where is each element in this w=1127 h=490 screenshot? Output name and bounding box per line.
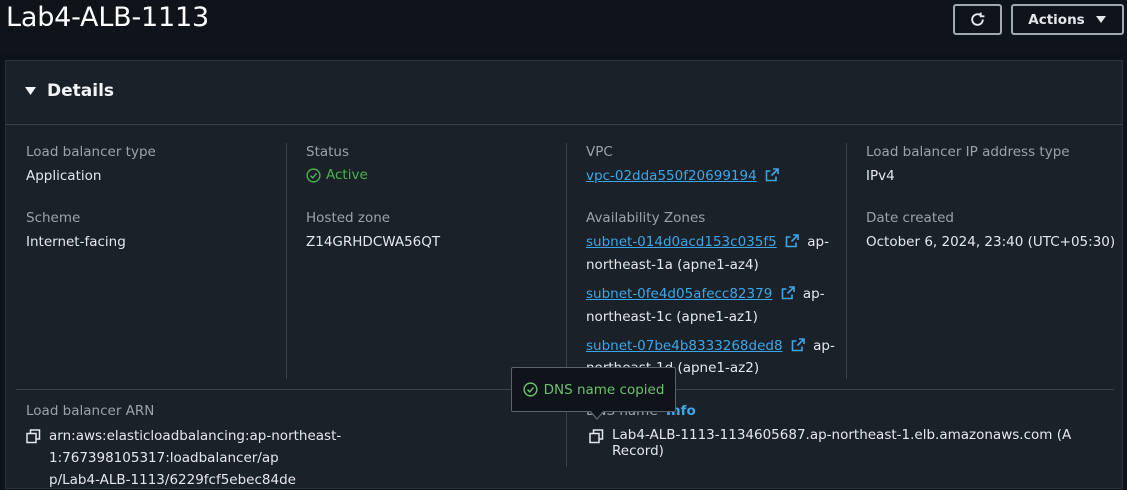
page-title: Lab4-ALB-1113 bbox=[6, 2, 209, 33]
actions-label: Actions bbox=[1028, 11, 1085, 28]
ip-type-value: IPv4 bbox=[866, 168, 895, 184]
column-divider bbox=[566, 143, 567, 379]
subnet-item: subnet-0fe4d05afecc82379 ap- bbox=[586, 286, 825, 302]
copy-icon[interactable] bbox=[589, 429, 604, 444]
vpc-value: vpc-02dda550f20699194 bbox=[586, 168, 779, 184]
dns-row: Lab4-ALB-1113-1134605687.ap-northeast-1.… bbox=[589, 427, 1122, 459]
subnet-item: subnet-014d0acd153c035f5 ap- bbox=[586, 234, 829, 250]
external-link-icon[interactable] bbox=[785, 234, 799, 248]
arn-value-line2: p/Lab4-ALB-1113/6229fcf5ebec84de bbox=[49, 472, 296, 488]
subnet-zone: ap- bbox=[802, 286, 825, 302]
status-value: Active bbox=[326, 167, 368, 183]
external-link-icon[interactable] bbox=[791, 338, 805, 352]
hosted-zone-value: Z14GRHDCWA56QT bbox=[306, 234, 441, 250]
refresh-button[interactable] bbox=[953, 4, 1002, 35]
copied-tooltip: DNS name copied bbox=[511, 367, 676, 412]
column-divider bbox=[846, 143, 847, 379]
copy-icon[interactable] bbox=[26, 429, 41, 444]
subnet-link[interactable]: subnet-07be4b8333268ded8 bbox=[586, 338, 783, 354]
arn-label: Load balancer ARN bbox=[26, 403, 155, 419]
actions-button[interactable]: Actions bbox=[1011, 4, 1124, 35]
subnet-zone: ap- bbox=[813, 338, 835, 354]
subnet-zone-cont: northeast-1a (apne1-az4) bbox=[586, 257, 759, 273]
lb-type-label: Load balancer type bbox=[26, 144, 156, 160]
caret-down-icon bbox=[1095, 16, 1106, 23]
external-link-icon[interactable] bbox=[781, 286, 795, 300]
vpc-label: VPC bbox=[586, 144, 613, 160]
status-badge: Active bbox=[306, 167, 368, 183]
check-circle-icon bbox=[306, 167, 321, 183]
az-label: Availability Zones bbox=[586, 210, 706, 226]
dns-value: Lab4-ALB-1113-1134605687.ap-northeast-1.… bbox=[612, 427, 1072, 459]
subnet-link[interactable]: subnet-014d0acd153c035f5 bbox=[586, 234, 777, 250]
subnet-link[interactable]: subnet-0fe4d05afecc82379 bbox=[586, 286, 772, 302]
date-created-label: Date created bbox=[866, 210, 954, 226]
date-created-value: October 6, 2024, 23:40 (UTC+05:30) bbox=[866, 234, 1116, 250]
subnet-zone-cont: northeast-1c (apne1-az1) bbox=[586, 309, 758, 325]
status-label: Status bbox=[306, 144, 350, 160]
refresh-icon bbox=[971, 12, 985, 26]
external-link-icon[interactable] bbox=[765, 168, 779, 182]
arn-value-line1: arn:aws:elasticloadbalancing:ap-northeas… bbox=[49, 428, 342, 466]
lb-type-value: Application bbox=[26, 168, 102, 184]
ip-type-label: Load balancer IP address type bbox=[866, 144, 1070, 160]
subnet-item: subnet-07be4b8333268ded8 ap- bbox=[586, 338, 835, 354]
subnet-zone: ap- bbox=[807, 234, 829, 250]
page-header: Lab4-ALB-1113 Actions bbox=[0, 0, 1127, 52]
scheme-value: Internet-facing bbox=[26, 234, 126, 250]
check-circle-icon bbox=[523, 382, 538, 397]
caret-down-icon bbox=[25, 87, 36, 95]
vpc-link[interactable]: vpc-02dda550f20699194 bbox=[586, 168, 757, 184]
scheme-label: Scheme bbox=[26, 210, 81, 226]
hosted-zone-label: Hosted zone bbox=[306, 210, 391, 226]
tooltip-arrow-inner bbox=[590, 410, 604, 418]
tooltip-text: DNS name copied bbox=[543, 381, 665, 398]
arn-row: arn:aws:elasticloadbalancing:ap-northeas… bbox=[26, 427, 546, 490]
details-panel: Details Load balancer type Application S… bbox=[5, 60, 1123, 489]
column-divider bbox=[286, 143, 287, 379]
details-title: Details bbox=[47, 81, 115, 101]
details-header[interactable]: Details bbox=[6, 61, 1122, 125]
